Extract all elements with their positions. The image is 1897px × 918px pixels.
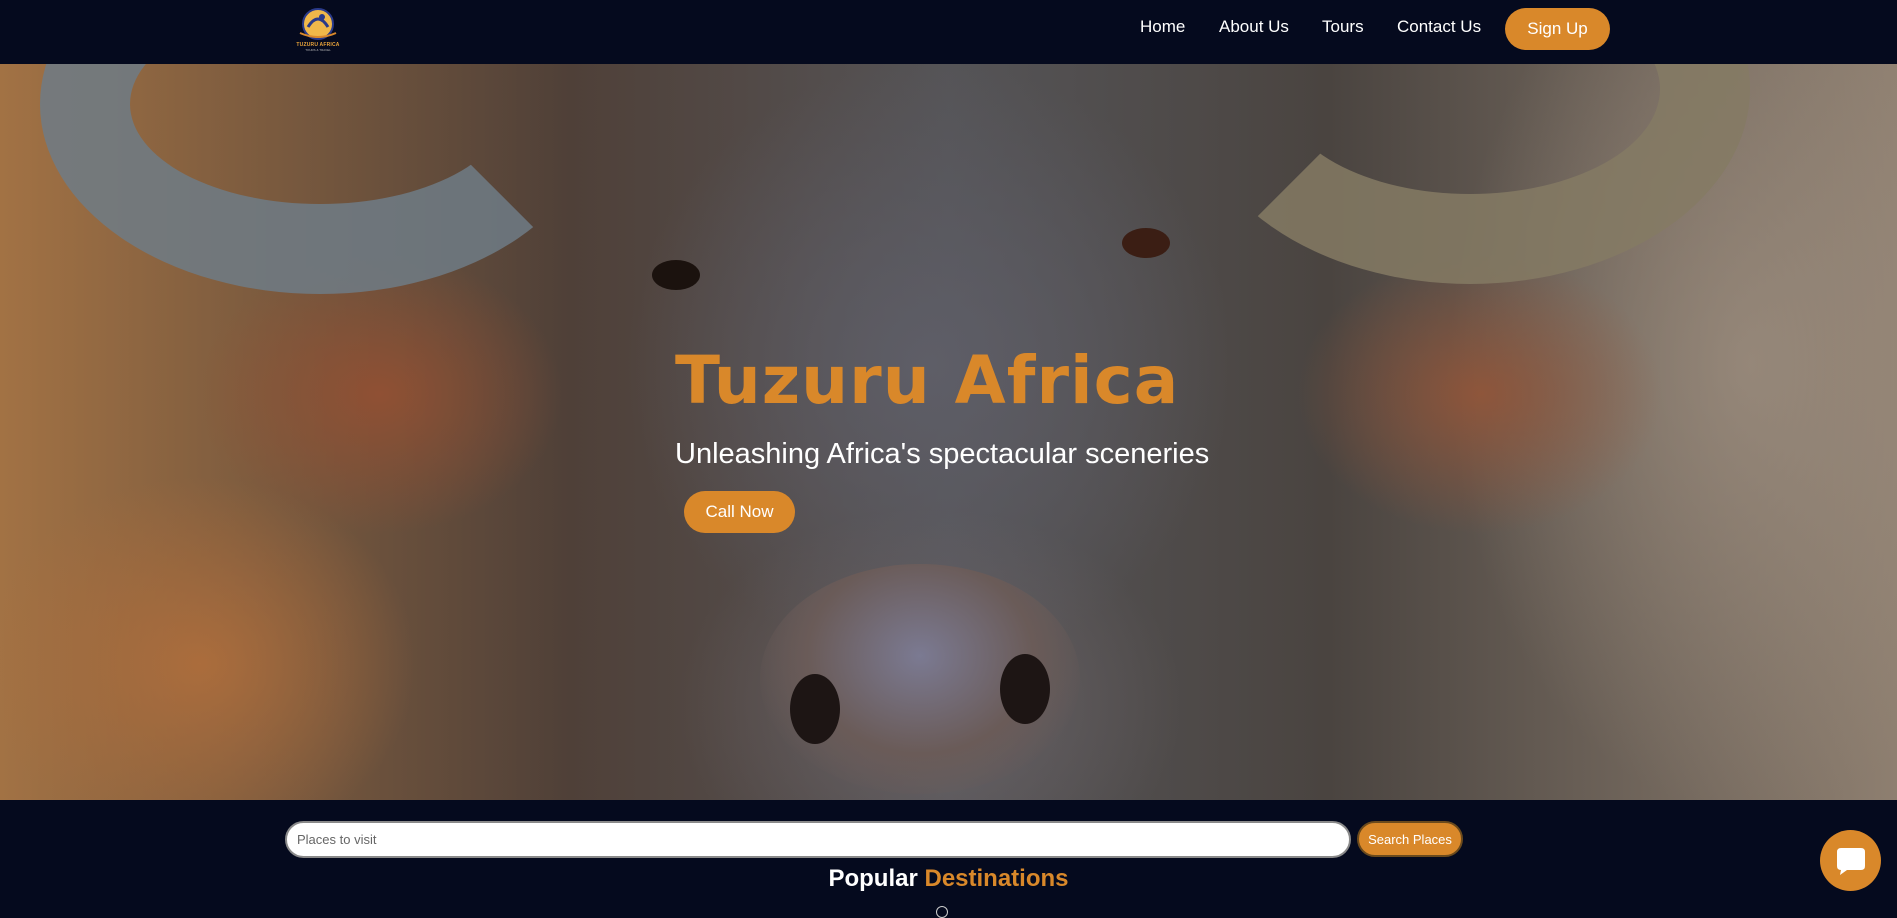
hero-image-nostril-left [790, 674, 840, 744]
hero-image-eye-right [1122, 228, 1170, 258]
logo-tagline: TOURS & TRAVEL [305, 48, 331, 52]
nav-link-about-us[interactable]: About Us [1219, 17, 1289, 37]
hero-image-horn-left [40, 64, 600, 294]
sign-up-button[interactable]: Sign Up [1505, 8, 1610, 50]
brand-logo[interactable]: TUZURU AFRICA TOURS & TRAVEL [292, 5, 344, 52]
places-search-input[interactable] [285, 821, 1351, 858]
nav-link-home[interactable]: Home [1140, 17, 1185, 37]
carousel-indicator-dot[interactable] [936, 906, 948, 918]
hero-image-nostril-right [1000, 654, 1050, 724]
search-places-button[interactable]: Search Places [1357, 821, 1463, 857]
chat-bubble-icon [1837, 848, 1865, 875]
top-navbar: TUZURU AFRICA TOURS & TRAVEL Home About … [0, 0, 1897, 64]
popular-destinations-heading: Popular Destinations [0, 865, 1897, 893]
hero-section: Tuzuru Africa Unleashing Africa's specta… [0, 64, 1897, 800]
section-title-accent: Destinations [924, 865, 1069, 892]
section-title-prefix: Popular [828, 865, 918, 892]
hero-subtitle: Unleashing Africa's spectacular scenerie… [675, 438, 1210, 470]
hero-image-horn-right [1190, 64, 1750, 284]
chat-widget-button[interactable] [1820, 830, 1881, 891]
logo-emblem-icon [299, 8, 337, 40]
hero-image-eye-left [652, 260, 700, 290]
hero-title: Tuzuru Africa [675, 342, 1180, 419]
nav-link-contact-us[interactable]: Contact Us [1397, 17, 1481, 37]
nav-link-tours[interactable]: Tours [1322, 17, 1364, 37]
call-now-button[interactable]: Call Now [684, 491, 795, 533]
